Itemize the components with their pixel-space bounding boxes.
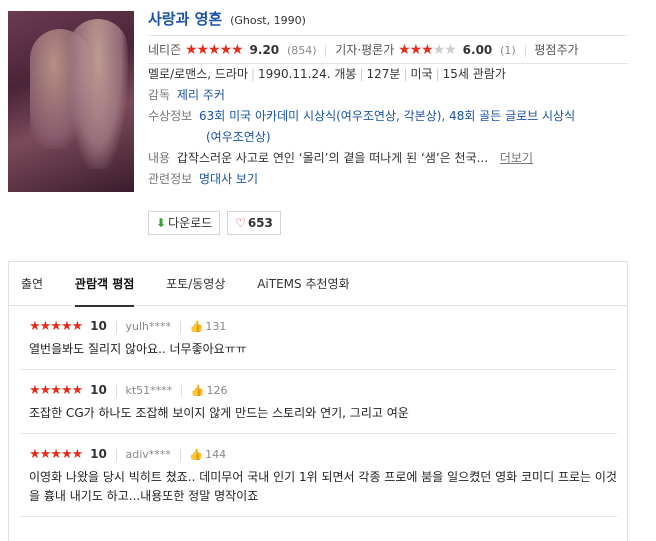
divider [115, 384, 117, 397]
review-item: ★★★★★ 10 kt51**** 👍 126 조잡한 CG가 하나도 조잡해 보… [19, 370, 617, 434]
award-label: 수상정보 [148, 109, 193, 123]
review-user: yulh**** [125, 320, 171, 333]
critic-stars: ★★★★★ [398, 42, 457, 58]
divider [115, 448, 117, 461]
review-user: kt51**** [125, 384, 173, 397]
review-panel: 출연 관람객 평점 포토/동영상 AiTEMS 추천영화 ★★★★★ 10 yu… [8, 261, 628, 541]
review-item: ★★★★★ 10 adiv**** 👍 144 이영화 나왔을 당시 빅히트 쳤죠… [19, 434, 617, 517]
tab-photo-video[interactable]: 포토/동영상 [166, 262, 225, 306]
review-stars: ★★★★★ [29, 447, 83, 462]
review-stars: ★★★★★ [29, 319, 83, 334]
review-score: 10 [90, 319, 107, 333]
download-label: 다운로드 [168, 216, 213, 230]
divider [524, 44, 526, 57]
review-likes: 126 [206, 384, 228, 397]
review-item: ★★★★★ 10 yulh**** 👍 131 열번을봐도 질리지 않아요.. 너… [19, 306, 617, 370]
download-button[interactable]: ⬇ 다운로드 [148, 211, 221, 235]
heart-icon: ♡ [235, 216, 246, 230]
award-row: 수상정보 63회 미국 아카데미 시상식(여우조연상, 각본상), 48회 골든… [148, 106, 628, 127]
award-row-cont: (여우조연상) [148, 127, 628, 148]
more-link[interactable]: 더보기 [500, 151, 533, 165]
download-icon: ⬇ [156, 216, 167, 230]
thumbs-up-icon[interactable]: 👍 [191, 381, 205, 401]
review-text: 열번을봐도 질리지 않아요.. 너무좋아요ㅠㅠ [29, 342, 247, 356]
runtime: 127분 [366, 67, 401, 81]
movie-poster[interactable] [8, 11, 134, 192]
quotes-link[interactable]: 명대사 보기 [199, 172, 258, 186]
country[interactable]: 미국 [411, 67, 433, 81]
rate-link[interactable]: 평점주가 [534, 43, 578, 57]
genre[interactable]: 멜로/로맨스, 드라마 [148, 67, 248, 81]
review-likes: 144 [205, 448, 227, 461]
thumbs-up-icon[interactable]: 👍 [190, 317, 204, 337]
divider [180, 384, 182, 397]
review-text: 조잡한 CG가 하나도 조잡해 보이지 않게 만드는 스토리와 연기, 그리고 … [29, 406, 409, 420]
netizen-stars: ★★★★★ [184, 42, 244, 58]
review-stars: ★★★★★ [29, 383, 83, 398]
summary-row: 내용 갑작스러운 사고로 연인 ‘몰리’의 곁을 떠나게 된 ‘샘’은 천국..… [148, 148, 628, 169]
review-score: 10 [90, 447, 107, 461]
netizen-label: 네티즌 [148, 43, 182, 57]
rating-row: 네티즌 ★★★★★ 9.20 (854) 기자·평론가 ★★★★★ 6.00 (… [148, 36, 628, 64]
director-label: 감독 [148, 88, 171, 102]
movie-meta: 멜로/로맨스, 드라마 | 1990.11.24. 개봉 | 127분 | 미국 | 15세 관… [148, 64, 628, 190]
tab-audience-rating[interactable]: 관람객 평점 [74, 262, 135, 307]
poster-figure [68, 19, 128, 169]
review-likes: 131 [205, 320, 227, 333]
release-date[interactable]: 1990.11.24. 개봉 [258, 67, 356, 81]
review-text: 이영화 나왔을 당시 빅히트 쳤죠.. 데미무어 국내 인기 1위 되면서 각종… [29, 470, 617, 503]
review-user: adiv**** [125, 448, 171, 461]
critic-score: 6.00 [462, 43, 493, 57]
spec-row: 멜로/로맨스, 드라마 | 1990.11.24. 개봉 | 127분 | 미국 | 15세 관… [148, 67, 506, 81]
age-rating: 15세 관람가 [442, 67, 506, 81]
related-row: 관련정보 명대사 보기 [148, 169, 628, 190]
award-link[interactable]: 63회 미국 아카데미 시상식(여우조연상, 각본상), 48회 골든 글로브 … [199, 109, 575, 123]
netizen-count: (854) [286, 44, 317, 57]
netizen-score: 9.20 [249, 43, 280, 57]
summary-label: 내용 [148, 151, 171, 165]
movie-original-title: (Ghost, 1990) [230, 14, 306, 27]
summary-text: 갑작스러운 사고로 연인 ‘몰리’의 곁을 떠나게 된 ‘샘’은 천국... [176, 151, 489, 165]
divider [115, 320, 117, 333]
award-link-cont[interactable]: (여우조연상) [206, 130, 271, 144]
title-row: 사랑과 영혼 (Ghost, 1990) [148, 8, 628, 36]
review-list: ★★★★★ 10 yulh**** 👍 131 열번을봐도 질리지 않아요.. 너… [9, 306, 627, 517]
tab-cast[interactable]: 출연 [21, 262, 43, 306]
related-label: 관련정보 [148, 172, 193, 186]
director-row: 감독 제리 주커 [148, 85, 628, 106]
divider [325, 44, 327, 57]
critic-label: 기자·평론가 [335, 43, 395, 57]
movie-title[interactable]: 사랑과 영혼 [148, 10, 222, 28]
divider [179, 448, 181, 461]
action-buttons: ⬇ 다운로드 ♡ 653 [148, 211, 284, 235]
director-link[interactable]: 제리 주커 [177, 88, 225, 102]
divider [179, 320, 181, 333]
tab-aitems[interactable]: AiTEMS 추천영화 [257, 262, 349, 306]
thumbs-up-icon[interactable]: 👍 [189, 445, 203, 465]
like-count: 653 [247, 216, 273, 230]
like-button[interactable]: ♡ 653 [227, 211, 281, 235]
movie-info: 사랑과 영혼 (Ghost, 1990) 네티즌 ★★★★★ 9.20 (854… [148, 8, 628, 190]
critic-count: (1) [500, 44, 516, 57]
tab-bar: 출연 관람객 평점 포토/동영상 AiTEMS 추천영화 [9, 262, 627, 307]
review-score: 10 [90, 383, 107, 397]
